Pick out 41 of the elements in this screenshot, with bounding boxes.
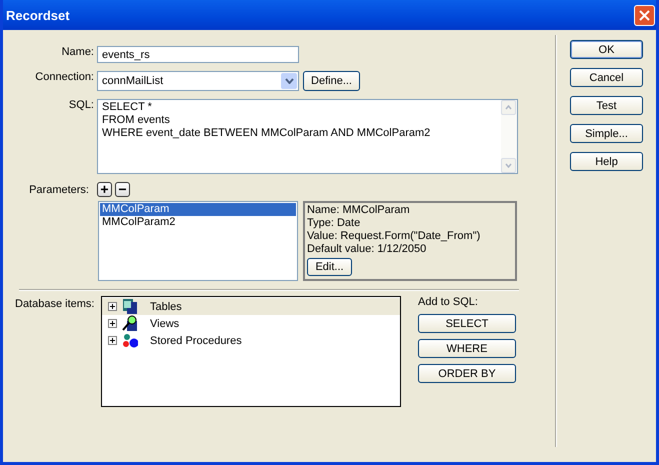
dialog-button[interactable]: Test <box>570 96 643 115</box>
window-title: Recordset <box>6 8 70 22</box>
tree-item[interactable]: Stored Procedures <box>102 332 400 349</box>
tree-item[interactable]: Views <box>102 315 400 332</box>
section-label: Add to SQL: <box>418 296 479 308</box>
connection-dropdown[interactable]: connMailList <box>97 71 299 91</box>
field-label: Parameters: <box>28 184 90 196</box>
expand-icon <box>109 303 116 310</box>
field-label: Name: <box>60 46 95 58</box>
expand-icon <box>109 320 116 327</box>
magnifier-icon <box>122 315 138 332</box>
list-item[interactable]: MMColParam <box>100 203 296 216</box>
dialog-button[interactable]: Simple... <box>570 124 643 143</box>
dialog-button[interactable]: Help <box>570 152 643 171</box>
detail-text: Value: Request.Form("Date_From") <box>307 230 482 243</box>
field-label: SQL: <box>68 99 95 111</box>
dialog-button[interactable]: OK <box>570 40 643 59</box>
detail-text: Type: Date <box>307 217 362 230</box>
define-button[interactable]: Define... <box>303 71 360 91</box>
field-label: Database items: <box>14 297 96 310</box>
list-item[interactable]: MMColParam2 <box>100 216 296 229</box>
detail-text: Name: MMColParam <box>307 204 411 217</box>
add-button[interactable]: + <box>97 182 112 197</box>
scroll-down-icon <box>505 163 512 168</box>
scroll-up-icon <box>505 105 512 110</box>
name-field[interactable]: events_rs <box>97 46 299 63</box>
sql-button[interactable]: WHERE <box>418 339 516 358</box>
sql-button[interactable]: SELECT <box>418 314 516 333</box>
detail-text: Default value: 1/12/2050 <box>307 243 428 256</box>
field-label: Connection: <box>34 71 95 83</box>
remove-button[interactable]: − <box>115 182 130 197</box>
sql-editor[interactable]: SELECT * FROM events WHERE event_date BETWEEN MMColParam AND MMColParam2 <box>97 99 518 174</box>
tree-item[interactable]: Tables <box>102 298 400 315</box>
table-icon <box>122 298 138 315</box>
sql-button[interactable]: ORDER BY <box>418 364 516 383</box>
edit-button[interactable]: Edit... <box>307 258 352 276</box>
dialog-button[interactable]: Cancel <box>570 68 643 87</box>
close-icon <box>639 10 650 20</box>
expand-icon <box>109 337 116 344</box>
close-button[interactable] <box>634 4 655 26</box>
chevron-down-icon <box>284 78 294 84</box>
